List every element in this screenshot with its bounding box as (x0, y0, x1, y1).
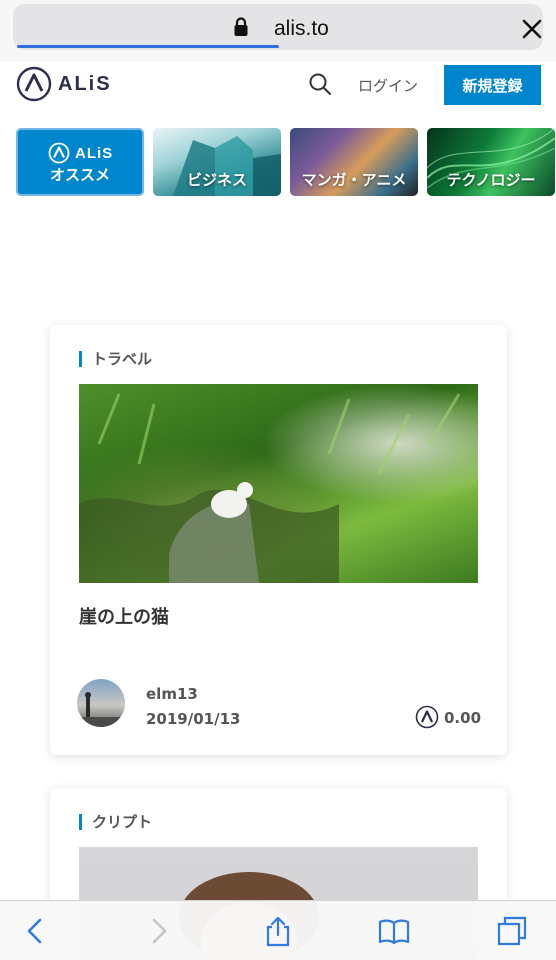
login-link[interactable]: ログイン (358, 75, 418, 96)
browser-address-area: alis.to (0, 0, 556, 62)
avatar[interactable] (77, 679, 125, 727)
alis-logo-icon (16, 66, 52, 102)
article-thumbnail[interactable] (79, 384, 478, 583)
recommended-logo: ALiS (48, 142, 113, 164)
chevron-right-icon[interactable] (142, 915, 174, 947)
article-card[interactable]: トラベル 崖の上の猫 elm13 2019/01/13 0.00 (50, 325, 507, 755)
alis-token-icon (415, 705, 439, 729)
article-topic: トラベル (79, 351, 152, 367)
category-tile-recommended[interactable]: ALiS オススメ (16, 128, 144, 196)
article-title[interactable]: 崖の上の猫 (79, 603, 169, 629)
search-icon[interactable] (308, 72, 332, 96)
chevron-left-icon[interactable] (20, 915, 52, 947)
book-icon[interactable] (378, 915, 410, 947)
lock-icon (234, 17, 248, 36)
page-load-progress (17, 45, 279, 48)
author-name[interactable]: elm13 (146, 685, 198, 703)
category-label: ビジネス (186, 171, 247, 189)
address-bar[interactable]: alis.to (13, 4, 543, 50)
category-label: マンガ・アニメ (301, 171, 407, 189)
alis-logo-icon (48, 142, 70, 164)
token-value: 0.00 (444, 709, 482, 727)
url-text[interactable]: alis.to (274, 17, 329, 41)
recommended-logo-text: ALiS (75, 144, 114, 162)
category-tile-business[interactable]: ビジネス (153, 128, 281, 196)
cat-on-cliff-image (79, 393, 461, 583)
share-icon[interactable] (262, 915, 294, 947)
signup-button[interactable]: 新規登録 (444, 65, 541, 105)
alis-logo[interactable]: ALiS (16, 66, 112, 102)
category-label: オススメ (49, 166, 110, 184)
logo-text: ALiS (58, 72, 112, 95)
avatar-image (77, 692, 125, 727)
article-topic: クリプト (79, 814, 152, 830)
category-label: テクノロジー (446, 171, 536, 189)
close-icon[interactable] (521, 18, 543, 40)
category-tile-technology[interactable]: テクノロジー (427, 128, 555, 196)
category-tile-manga-anime[interactable]: マンガ・アニメ (290, 128, 418, 196)
tabs-icon[interactable] (496, 915, 528, 947)
app-header: ALiS ログイン 新規登録 (0, 62, 556, 112)
article-date: 2019/01/13 (146, 710, 241, 728)
browser-toolbar (0, 900, 556, 960)
category-carousel[interactable]: ALiS オススメ ビジネス マンガ・アニメ テクノロジー (16, 128, 556, 196)
